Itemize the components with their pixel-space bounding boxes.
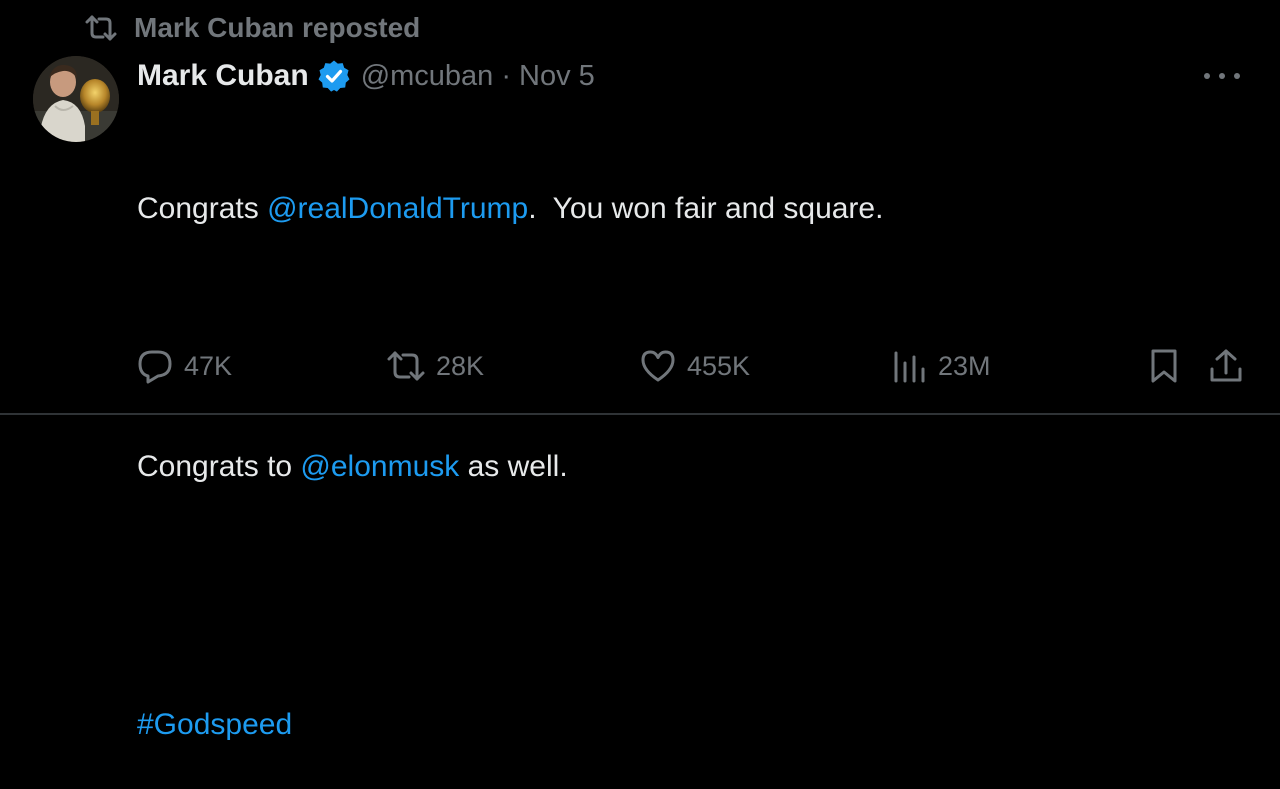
repost-icon bbox=[84, 13, 118, 43]
more-dot bbox=[1219, 73, 1225, 79]
like-button[interactable]: 455K bbox=[639, 343, 750, 389]
share-button[interactable] bbox=[1208, 343, 1254, 389]
text-segment: as well. bbox=[459, 450, 568, 483]
post-text: Congrats @realDonaldTrump. You won fair … bbox=[137, 101, 1217, 789]
like-count: 455K bbox=[687, 350, 751, 381]
verified-badge-icon[interactable] bbox=[317, 59, 351, 93]
bookmark-button[interactable] bbox=[1148, 343, 1190, 389]
post-text-line-3: #Godspeed bbox=[137, 703, 1217, 746]
repost-count: 28K bbox=[436, 350, 485, 381]
bookmark-icon bbox=[1148, 347, 1180, 385]
reply-count: 47K bbox=[184, 350, 233, 381]
hashtag-godspeed[interactable]: #Godspeed bbox=[137, 708, 292, 741]
text-segment: Congrats to bbox=[137, 450, 301, 483]
repost-icon bbox=[386, 348, 426, 384]
author-name[interactable]: Mark Cuban bbox=[137, 59, 309, 93]
reply-button[interactable]: 47K bbox=[136, 343, 232, 389]
views-icon bbox=[892, 348, 928, 384]
author-handle[interactable]: @mcuban bbox=[361, 60, 494, 93]
text-segment: Congrats bbox=[137, 192, 268, 225]
post-text-line-1: Congrats @realDonaldTrump. You won fair … bbox=[137, 187, 1217, 230]
text-segment: . You won fair and square. bbox=[528, 192, 884, 225]
post-header: Mark Cuban @mcuban · Nov 5 bbox=[137, 56, 595, 96]
more-dot bbox=[1234, 73, 1240, 79]
more-options-icon[interactable] bbox=[1204, 64, 1240, 88]
repost-header[interactable]: Mark Cuban reposted bbox=[84, 10, 420, 46]
mention-realdonaldtrump[interactable]: @realDonaldTrump bbox=[267, 192, 528, 225]
action-bar: 47K 28K 455K 23M bbox=[0, 343, 1280, 389]
repost-label: Mark Cuban reposted bbox=[134, 12, 421, 43]
share-icon bbox=[1208, 347, 1244, 385]
post-date[interactable]: Nov 5 bbox=[519, 60, 595, 93]
divider bbox=[0, 413, 1280, 415]
more-dot bbox=[1204, 73, 1210, 79]
mention-elonmusk[interactable]: @elonmusk bbox=[300, 450, 459, 483]
meta-separator: · bbox=[501, 59, 511, 92]
post-text-line-2: Congrats to @elonmusk as well. bbox=[137, 445, 1217, 488]
avatar[interactable] bbox=[33, 56, 119, 142]
repost-button[interactable]: 28K bbox=[386, 343, 484, 389]
like-icon bbox=[639, 348, 677, 384]
views-count: 23M bbox=[938, 350, 991, 381]
reply-icon bbox=[136, 347, 174, 385]
views-button[interactable]: 23M bbox=[892, 343, 991, 389]
